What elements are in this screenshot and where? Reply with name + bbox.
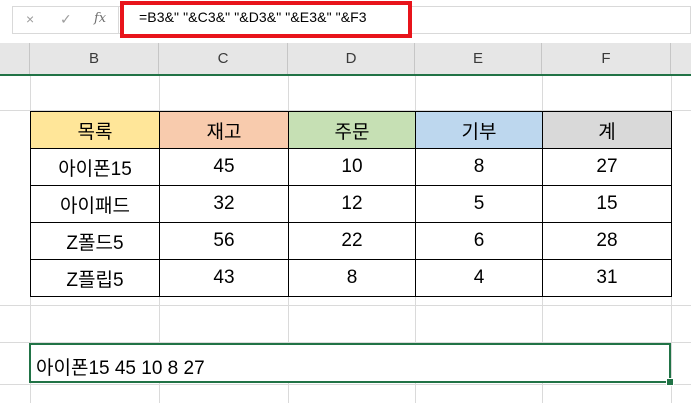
- table-cell[interactable]: 4: [415, 259, 543, 297]
- enter-icon[interactable]: ✓: [60, 10, 72, 28]
- insert-function-icon[interactable]: fx: [94, 10, 106, 28]
- table-cell[interactable]: 31: [542, 259, 672, 297]
- table-cell[interactable]: Z폴드5: [30, 222, 160, 260]
- result-cell[interactable]: 아이폰15 45 10 8 27: [29, 343, 671, 383]
- header-cell-order[interactable]: 주문: [288, 111, 416, 149]
- table-cell[interactable]: 아이패드: [30, 185, 160, 223]
- header-cell-donation[interactable]: 기부: [415, 111, 543, 149]
- fill-handle[interactable]: [666, 378, 674, 386]
- column-header-e[interactable]: E: [415, 43, 542, 74]
- column-header-a[interactable]: [0, 43, 30, 74]
- table-cell[interactable]: 32: [159, 185, 289, 223]
- inventory-table: 목록 재고 주문 기부 계 아이폰15 45 10 8 27 아이패드 32 1…: [30, 111, 672, 297]
- table-row: Z폴드5 56 22 6 28: [30, 222, 672, 260]
- table-cell[interactable]: Z플립5: [30, 259, 160, 297]
- table-cell[interactable]: 56: [159, 222, 289, 260]
- column-header-g[interactable]: [671, 43, 691, 74]
- table-row: Z플립5 43 8 4 31: [30, 259, 672, 297]
- table-cell[interactable]: 27: [542, 148, 672, 186]
- table-cell[interactable]: 22: [288, 222, 416, 260]
- table-cell[interactable]: 5: [415, 185, 543, 223]
- formula-text[interactable]: =B3&" "&C3&" "&D3&" "&E3&" "&F3: [139, 9, 367, 25]
- table-cell[interactable]: 43: [159, 259, 289, 297]
- table-cell[interactable]: 12: [288, 185, 416, 223]
- table-cell[interactable]: 아이폰15: [30, 148, 160, 186]
- table-cell[interactable]: 8: [288, 259, 416, 297]
- gridline: [0, 384, 691, 385]
- column-header-row: B C D E F: [0, 43, 691, 76]
- table-cell[interactable]: 45: [159, 148, 289, 186]
- header-cell-total[interactable]: 계: [542, 111, 672, 149]
- table-cell[interactable]: 8: [415, 148, 543, 186]
- column-header-f[interactable]: F: [542, 43, 671, 74]
- column-header-d[interactable]: D: [288, 43, 415, 74]
- table-row: 아이패드 32 12 5 15: [30, 185, 672, 223]
- gridline: [0, 305, 691, 306]
- table-cell[interactable]: 28: [542, 222, 672, 260]
- table-cell[interactable]: 15: [542, 185, 672, 223]
- table-row: 아이폰15 45 10 8 27: [30, 148, 672, 186]
- formula-bar: × ✓ fx =B3&" "&C3&" "&D3&" "&E3&" "&F3: [0, 0, 691, 38]
- table-cell[interactable]: 10: [288, 148, 416, 186]
- column-header-b[interactable]: B: [30, 43, 159, 74]
- table-cell[interactable]: 6: [415, 222, 543, 260]
- table-header-row: 목록 재고 주문 기부 계: [30, 111, 672, 149]
- column-header-c[interactable]: C: [159, 43, 288, 74]
- header-cell-list[interactable]: 목록: [30, 111, 160, 149]
- result-text: 아이폰15 45 10 8 27: [36, 358, 205, 379]
- header-cell-stock[interactable]: 재고: [159, 111, 289, 149]
- cancel-icon[interactable]: ×: [26, 10, 34, 28]
